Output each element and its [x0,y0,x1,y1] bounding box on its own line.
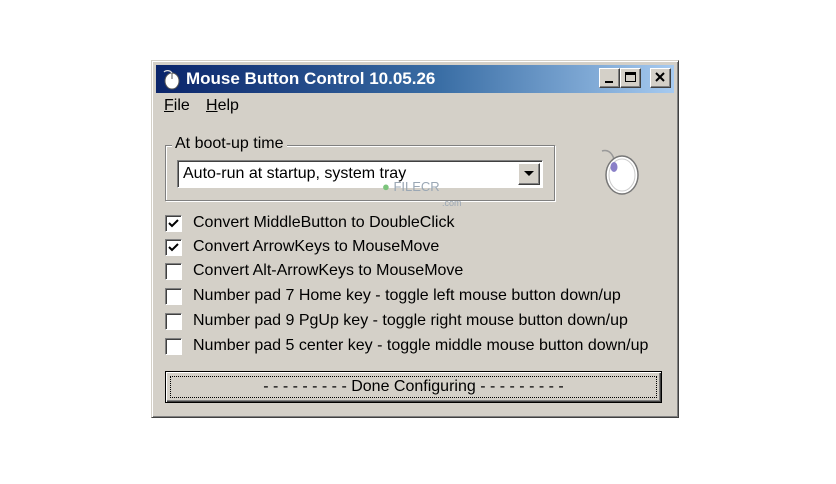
option-checkbox[interactable] [165,288,182,305]
option-label: Number pad 9 PgUp key - toggle right mou… [193,312,628,329]
maximize-icon [625,72,636,82]
boot-dropdown[interactable]: Auto-run at startup, system tray [177,160,543,188]
option-label: Number pad 5 center key - toggle middle … [193,337,649,354]
option-label: Number pad 7 Home key - toggle left mous… [193,287,621,304]
checkmark-icon [168,219,179,228]
option-label: Convert Alt-ArrowKeys to MouseMove [193,262,464,279]
title-bar[interactable]: Mouse Button Control 10.05.26 [156,65,674,93]
window-title: Mouse Button Control 10.05.26 [186,69,436,88]
option-checkbox[interactable] [165,313,182,330]
option-checkbox[interactable] [165,239,182,256]
main-window: Mouse Button Control 10.05.26 File Help … [151,60,679,418]
checkmark-icon [168,243,179,252]
menu-help[interactable]: Help [206,97,239,115]
option-checkbox[interactable] [165,215,182,232]
menu-file[interactable]: File [164,97,190,115]
close-button[interactable] [650,68,671,88]
mouse-icon [601,149,639,195]
option-label: Convert ArrowKeys to MouseMove [193,238,440,255]
maximize-button[interactable] [620,68,641,88]
boot-dropdown-value: Auto-run at startup, system tray [183,165,407,182]
mouse-icon [163,70,180,90]
chevron-down-icon [524,171,534,176]
dropdown-button[interactable] [518,163,540,185]
watermark: ● FILECR .com [382,179,462,208]
done-configuring-label: - - - - - - - - - Done Configuring - - -… [263,378,564,395]
minimize-icon [605,81,613,83]
option-label: Convert MiddleButton to DoubleClick [193,214,455,231]
option-checkbox[interactable] [165,338,182,355]
close-icon [655,72,665,82]
boot-group-label: At boot-up time [172,135,287,153]
minimize-button[interactable] [599,68,620,88]
option-checkbox[interactable] [165,263,182,280]
done-configuring-button[interactable]: - - - - - - - - - Done Configuring - - -… [165,371,662,403]
